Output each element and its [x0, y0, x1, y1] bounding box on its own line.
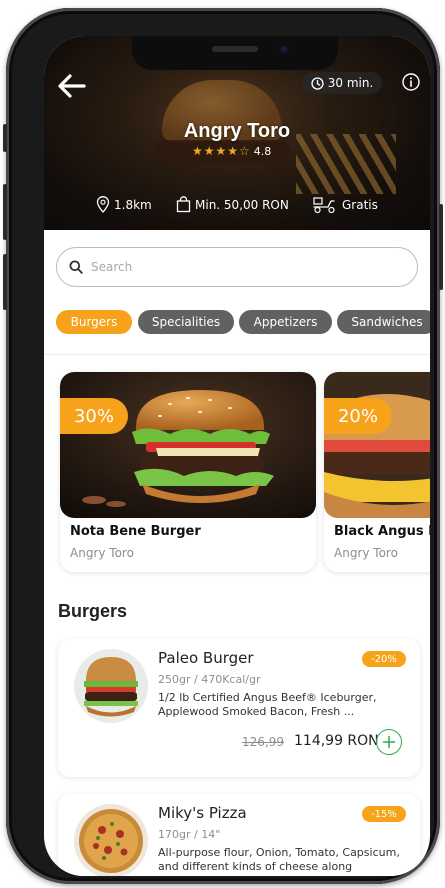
promo-burger-image [60, 372, 316, 518]
speaker [212, 46, 258, 52]
search-bar[interactable] [56, 247, 418, 287]
clock-icon [311, 76, 324, 90]
promo-burger-illustration [324, 372, 430, 518]
tab-sandwiches[interactable]: Sandwiches [337, 310, 430, 334]
item-meta: 170gr / 14" [158, 828, 221, 841]
promo-card[interactable]: 20% Black Angus B Angry Toro [324, 372, 430, 572]
delivery-scooter-icon [313, 197, 335, 214]
category-tabs: Burgers Specialities Appetizers Sandwich… [56, 310, 430, 334]
tab-appetizers[interactable]: Appetizers [239, 310, 332, 334]
tab-burgers[interactable]: Burgers [56, 310, 132, 334]
promo-restaurant: Angry Toro [70, 546, 134, 560]
section-title: Burgers [58, 601, 128, 621]
delivery-time: 30 min. [327, 76, 374, 90]
item-image [74, 649, 148, 723]
restaurant-name: Angry Toro [183, 120, 291, 142]
front-camera [279, 44, 289, 54]
promo-burger-illustration [60, 372, 316, 518]
promo-item-name: Nota Bene Burger [70, 524, 201, 539]
power-button [439, 204, 443, 290]
delivery-fee: Gratis [342, 198, 378, 212]
item-meta: 250gr / 470Kcal/gr [158, 673, 261, 686]
tab-specialities[interactable]: Specialities [138, 310, 234, 334]
promo-restaurant: Angry Toro [334, 546, 398, 560]
back-button[interactable] [56, 72, 88, 100]
app-screen: 30 min. Angry Toro ★★★★☆ 4.8 1.8km Min. … [44, 36, 430, 876]
info-icon [402, 73, 420, 91]
location-pin-icon [96, 196, 110, 213]
notch [132, 36, 338, 70]
info-button[interactable] [401, 72, 421, 92]
item-image [74, 804, 148, 876]
item-name: Paleo Burger [158, 649, 254, 667]
min-order: Min. 50,00 RON [195, 197, 289, 212]
delivery-time-pill: 30 min. [302, 72, 382, 94]
mute-switch [3, 124, 7, 152]
item-price: 114,99 RON [294, 733, 379, 749]
shopping-bag-icon [176, 196, 191, 213]
menu-item-card[interactable]: Miky's Pizza 170gr / 14" All-purpose flo… [58, 794, 420, 876]
item-description: 1/2 lb Certified Angus Beef® Iceburger, … [158, 691, 377, 718]
discount-badge: 30% [60, 398, 128, 434]
promo-card[interactable]: 30% Nota Bene Burger Angry Toro [60, 372, 316, 572]
back-arrow-icon [58, 74, 86, 98]
distance: 1.8km [114, 197, 152, 212]
item-description: All-purpose flour, Onion, Tomato, Capsic… [158, 846, 400, 873]
volume-down-button [3, 254, 7, 310]
burger-photo [74, 649, 148, 723]
plus-icon [382, 735, 396, 749]
section-divider [44, 354, 430, 355]
delivery-fee-info: Gratis [312, 196, 378, 214]
discount-badge: 20% [324, 398, 392, 434]
item-name: Miky's Pizza [158, 804, 247, 822]
star-rating-icons: ★★★★☆ [192, 144, 251, 158]
search-icon [69, 260, 83, 274]
menu-item-card[interactable]: Paleo Burger 250gr / 470Kcal/gr 1/2 lb C… [58, 639, 420, 777]
rating-value: 4.8 [253, 144, 272, 158]
search-input[interactable] [89, 259, 353, 275]
promo-item-name: Black Angus B [334, 524, 430, 539]
min-order-info: Min. 50,00 RON [176, 196, 289, 213]
item-discount-badge: -15% [362, 806, 406, 822]
volume-up-button [3, 184, 7, 240]
pizza-photo [74, 804, 148, 876]
restaurant-rating: ★★★★☆ 4.8 [192, 144, 271, 158]
distance-info: 1.8km [96, 196, 152, 213]
item-discount-badge: -20% [362, 651, 406, 667]
add-to-cart-button[interactable] [376, 729, 402, 755]
phone-frame: 30 min. Angry Toro ★★★★☆ 4.8 1.8km Min. … [3, 8, 443, 884]
item-old-price: 126,99 [242, 735, 284, 749]
promo-burger-image [324, 372, 430, 518]
